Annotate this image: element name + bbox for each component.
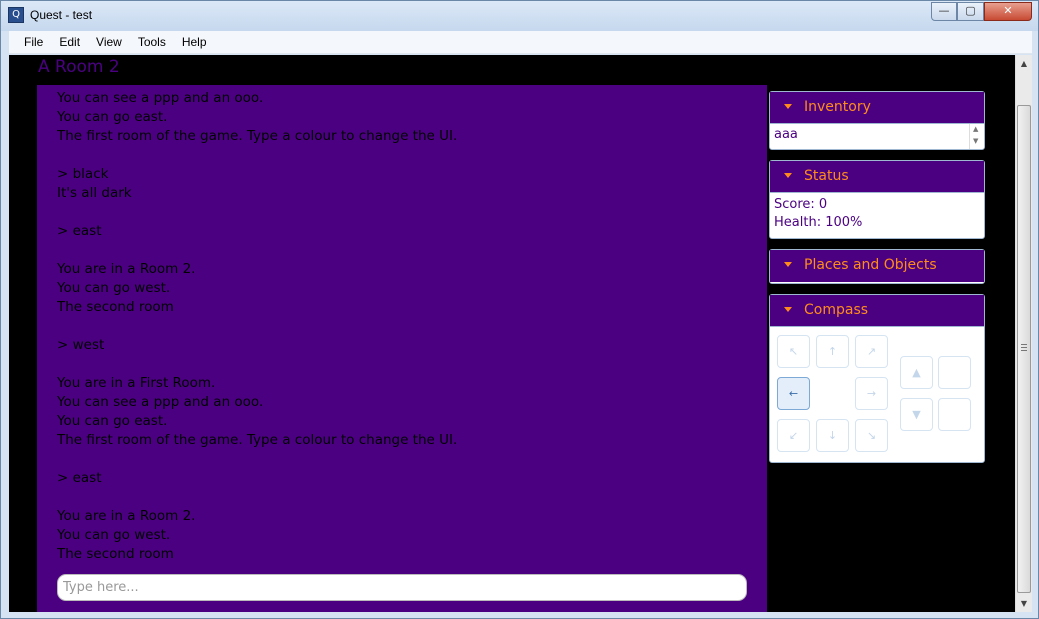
app-window: Q Quest - test — ▢ ✕ File Edit View Tools He…: [0, 0, 1039, 619]
places-objects-pane-title: Places and Objects: [804, 257, 937, 273]
scroll-down-icon[interactable]: ▼: [973, 137, 978, 145]
game-output-text: You can see a ppp and an ooo. You can go …: [57, 89, 757, 564]
compass-west-button[interactable]: ←: [777, 377, 810, 410]
compass-pane: Compass ↖ ↑ ↗ ← → ↙ ↓ ↘ ▲ ▼: [769, 294, 985, 463]
output-line: You are in a Room 2.: [57, 261, 196, 277]
minimize-button[interactable]: —: [931, 2, 957, 21]
status-pane: Status Score: 0 Health: 100%: [769, 160, 985, 239]
status-score: Score: 0: [774, 197, 828, 212]
game-area: A Room 2 You can see a ppp and an ooo. Yo…: [9, 55, 1015, 612]
places-objects-pane-header[interactable]: Places and Objects: [770, 250, 984, 282]
compass-pane-title: Compass: [804, 302, 869, 318]
compass-north-button[interactable]: ↑: [816, 335, 849, 368]
output-line: You are in a Room 2.: [57, 508, 196, 524]
command-input[interactable]: [57, 574, 747, 601]
maximize-button[interactable]: ▢: [957, 2, 984, 21]
scroll-up-icon[interactable]: ▲: [1016, 55, 1032, 72]
compass-up-button[interactable]: ▲: [900, 356, 933, 389]
collapse-arrow-icon: [784, 173, 792, 178]
menu-tools[interactable]: Tools: [130, 31, 174, 53]
compass-east-button[interactable]: →: [855, 377, 888, 410]
room-title: A Room 2: [38, 57, 120, 77]
title-bar[interactable]: Q Quest - test — ▢ ✕: [1, 1, 1038, 31]
collapse-arrow-icon: [784, 262, 792, 267]
output-line: You can see a ppp and an ooo.: [57, 90, 264, 106]
output-line: You can go east.: [57, 109, 168, 125]
output-line: You can go east.: [57, 413, 168, 429]
inventory-scrollbar[interactable]: ▲ ▼: [969, 124, 984, 149]
output-line: The second room: [57, 299, 174, 315]
output-line: > black: [57, 166, 109, 182]
compass-out-button[interactable]: [938, 398, 971, 431]
output-line: > west: [57, 337, 105, 353]
compass-down-button[interactable]: ▼: [900, 398, 933, 431]
menu-file[interactable]: File: [16, 31, 51, 53]
output-line: It's all dark: [57, 185, 132, 201]
window-title: Quest - test: [30, 8, 93, 22]
status-pane-header[interactable]: Status: [770, 161, 984, 193]
menu-help[interactable]: Help: [174, 31, 215, 53]
output-line: > east: [57, 470, 102, 486]
output-line: You can go west.: [57, 527, 171, 543]
inventory-pane-header[interactable]: Inventory: [770, 92, 984, 124]
inventory-pane: Inventory aaa ▲ ▼: [769, 91, 985, 150]
game-output-panel: You can see a ppp and an ooo. You can go …: [37, 85, 767, 612]
output-line: You can go west.: [57, 280, 171, 296]
scrollbar-thumb[interactable]: [1017, 105, 1031, 593]
scroll-up-icon[interactable]: ▲: [973, 125, 978, 133]
output-line: The first room of the game. Type a colou…: [57, 128, 458, 144]
menu-view[interactable]: View: [88, 31, 130, 53]
grip-icon: [1021, 344, 1027, 351]
inventory-item[interactable]: aaa: [774, 127, 798, 142]
quest-app-icon: Q: [8, 7, 24, 23]
inventory-pane-title: Inventory: [804, 99, 871, 115]
compass-northwest-button[interactable]: ↖: [777, 335, 810, 368]
output-line: You are in a First Room.: [57, 375, 216, 391]
collapse-arrow-icon: [784, 104, 792, 109]
status-pane-title: Status: [804, 168, 849, 184]
compass-in-button[interactable]: [938, 356, 971, 389]
close-button[interactable]: ✕: [984, 2, 1032, 21]
status-health: Health: 100%: [774, 215, 863, 230]
places-objects-pane: Places and Objects: [769, 249, 985, 284]
compass-southeast-button[interactable]: ↘: [855, 419, 888, 452]
compass-south-button[interactable]: ↓: [816, 419, 849, 452]
menu-edit[interactable]: Edit: [51, 31, 88, 53]
inventory-list: aaa ▲ ▼: [770, 124, 984, 149]
page-scrollbar[interactable]: ▲ ▼: [1015, 55, 1032, 612]
output-line: You can see a ppp and an ooo.: [57, 394, 264, 410]
menu-bar: File Edit View Tools Help: [9, 31, 1032, 54]
output-line: The first room of the game. Type a colou…: [57, 432, 458, 448]
output-line: The second room: [57, 546, 174, 562]
scroll-down-icon[interactable]: ▼: [1016, 595, 1032, 612]
compass-northeast-button[interactable]: ↗: [855, 335, 888, 368]
output-line: > east: [57, 223, 102, 239]
compass-pane-header[interactable]: Compass: [770, 295, 984, 327]
collapse-arrow-icon: [784, 307, 792, 312]
compass-southwest-button[interactable]: ↙: [777, 419, 810, 452]
